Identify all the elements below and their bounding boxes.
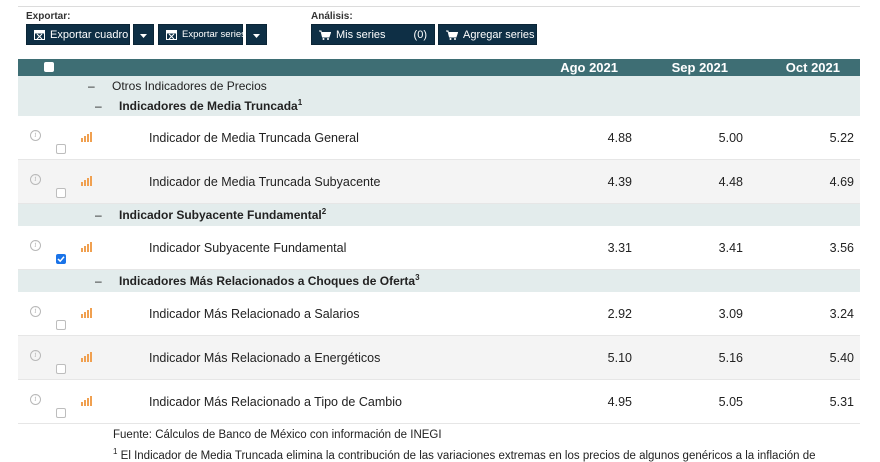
row-checkbox-checked[interactable] (56, 254, 66, 264)
top-divider (18, 6, 860, 7)
group-title: Otros Indicadores de Precios (112, 79, 267, 93)
value-sep: 4.48 (718, 175, 743, 189)
info-icon[interactable]: i (30, 394, 41, 405)
export-table-button[interactable]: Exportar cuadro (26, 24, 130, 45)
spreadsheet-icon (34, 29, 45, 40)
group-row-subyacente-fundamental[interactable]: – Indicador Subyacente Fundamental2 (18, 204, 860, 226)
my-series-label: Mis series (336, 28, 386, 41)
value-ago: 2.92 (607, 307, 632, 321)
bar-chart-icon[interactable] (81, 351, 92, 365)
analysis-label: Análisis: (311, 11, 353, 22)
row-name: Indicador Más Relacionado a Tipo de Camb… (149, 395, 402, 409)
column-header-sep-2021: Sep 2021 (671, 60, 728, 75)
indicators-table: Ago 2021 Sep 2021 Oct 2021 – Otros Indic… (18, 59, 860, 424)
value-oct: 5.40 (829, 351, 854, 365)
footnote-1: 1 El Indicador de Media Truncada elimina… (113, 447, 816, 462)
value-oct: 5.31 (829, 395, 854, 409)
info-icon[interactable]: i (30, 350, 41, 361)
group-row-otros-indicadores[interactable]: – Otros Indicadores de Precios (18, 76, 860, 96)
row-checkbox[interactable] (56, 188, 66, 198)
value-sep: 3.41 (718, 241, 743, 255)
row-name: Indicador de Media Truncada General (149, 131, 359, 145)
select-all-checkbox[interactable] (44, 62, 54, 72)
value-ago: 5.10 (607, 351, 632, 365)
table-row[interactable]: i Indicador Subyacente Fundamental 3.31 … (18, 226, 860, 270)
info-icon[interactable]: i (30, 130, 41, 141)
table-row[interactable]: i Indicador de Media Truncada General 4.… (18, 116, 860, 160)
value-oct: 3.56 (829, 241, 854, 255)
export-table-label: Exportar cuadro (50, 28, 129, 41)
cart-plus-icon (446, 30, 458, 40)
value-ago: 4.95 (607, 395, 632, 409)
column-header-oct-2021: Oct 2021 (785, 60, 840, 75)
value-ago: 3.31 (607, 241, 632, 255)
export-table-dropdown[interactable] (133, 24, 154, 45)
group-title: Indicadores de Media Truncada1 (119, 98, 303, 113)
row-checkbox[interactable] (56, 408, 66, 418)
my-series-button[interactable]: Mis series (0) (311, 24, 435, 45)
table-header: Ago 2021 Sep 2021 Oct 2021 (18, 59, 860, 76)
add-series-label: Agregar series (463, 28, 535, 41)
bar-chart-icon[interactable] (81, 175, 92, 189)
spreadsheet-icon (166, 29, 177, 40)
value-sep: 5.00 (718, 131, 743, 145)
value-oct: 4.69 (829, 175, 854, 189)
row-name: Indicador de Media Truncada Subyacente (149, 175, 381, 189)
row-name: Indicador Subyacente Fundamental (149, 241, 347, 255)
table-row[interactable]: i Indicador de Media Truncada Subyacente… (18, 160, 860, 204)
value-ago: 4.39 (607, 175, 632, 189)
row-checkbox[interactable] (56, 144, 66, 154)
row-name: Indicador Más Relacionado a Energéticos (149, 351, 381, 365)
add-series-button[interactable]: Agregar series (438, 24, 537, 45)
collapse-icon[interactable]: – (95, 208, 102, 222)
caret-down-icon (140, 29, 147, 41)
value-sep: 3.09 (718, 307, 743, 321)
row-checkbox[interactable] (56, 364, 66, 374)
bar-chart-icon[interactable] (81, 131, 92, 145)
info-icon[interactable]: i (30, 174, 41, 185)
value-ago: 4.88 (607, 131, 632, 145)
value-sep: 5.16 (718, 351, 743, 365)
value-sep: 5.05 (718, 395, 743, 409)
value-oct: 5.22 (829, 131, 854, 145)
group-title: Indicador Subyacente Fundamental2 (119, 207, 327, 222)
bar-chart-icon[interactable] (81, 307, 92, 321)
row-name: Indicador Más Relacionado a Salarios (149, 307, 360, 321)
bar-chart-icon[interactable] (81, 395, 92, 409)
group-title: Indicadores Más Relacionados a Choques d… (119, 273, 420, 288)
export-label: Exportar: (26, 11, 71, 22)
info-icon[interactable]: i (30, 306, 41, 317)
column-header-ago-2021: Ago 2021 (560, 60, 618, 75)
group-row-choques-de-oferta[interactable]: – Indicadores Más Relacionados a Choques… (18, 270, 860, 292)
group-row-media-truncada[interactable]: – Indicadores de Media Truncada1 (18, 96, 860, 116)
bar-chart-icon[interactable] (81, 241, 92, 255)
table-row[interactable]: i Indicador Más Relacionado a Salarios 2… (18, 292, 860, 336)
caret-down-icon (253, 29, 260, 41)
table-row[interactable]: i Indicador Más Relacionado a Tipo de Ca… (18, 380, 860, 424)
cart-icon (319, 30, 331, 40)
my-series-count: (0) (413, 28, 427, 41)
export-series-label: Exportar series (182, 29, 246, 40)
export-series-button[interactable]: Exportar series (158, 24, 246, 45)
collapse-icon[interactable]: – (95, 274, 102, 288)
export-series-dropdown[interactable] (246, 24, 267, 45)
value-oct: 3.24 (829, 307, 854, 321)
collapse-icon[interactable]: – (88, 79, 95, 93)
source-note: Fuente: Cálculos de Banco de México con … (113, 429, 442, 441)
row-checkbox[interactable] (56, 320, 66, 330)
table-row[interactable]: i Indicador Más Relacionado a Energético… (18, 336, 860, 380)
collapse-icon[interactable]: – (95, 99, 102, 113)
info-icon[interactable]: i (30, 240, 41, 251)
